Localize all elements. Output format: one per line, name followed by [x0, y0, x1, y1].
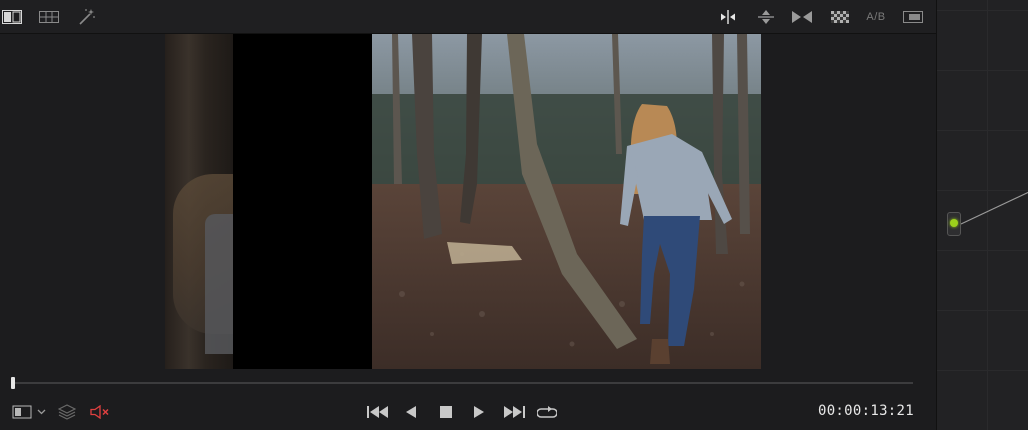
clip-sleeve-detail [205, 214, 233, 354]
single-viewer-icon[interactable] [2, 8, 22, 26]
magic-wand-icon[interactable] [77, 8, 97, 26]
timeline-scrubber[interactable] [0, 369, 936, 397]
viewer-panel: A/B 00:00:13:21 [0, 0, 936, 430]
skip-to-start-icon[interactable] [367, 402, 389, 422]
layers-icon[interactable] [58, 402, 76, 422]
playhead-handle[interactable] [11, 377, 15, 389]
mute-speaker-icon[interactable] [90, 402, 110, 422]
transport-controls: 00:00:13:21 [0, 397, 936, 430]
timecode-display: 00:00:13:21 [817, 403, 914, 419]
wipe-black-area [233, 34, 372, 369]
loop-icon[interactable] [537, 402, 557, 422]
node-editor-panel[interactable] [936, 0, 1028, 430]
vertical-wipe-icon[interactable] [756, 8, 776, 26]
gallery-grid-icon[interactable] [39, 8, 59, 26]
skip-to-end-icon[interactable] [503, 402, 525, 422]
node-connection-line [961, 191, 1028, 225]
viewer-frame-image [372, 34, 761, 369]
mirror-icon[interactable] [792, 8, 812, 26]
viewer-canvas[interactable] [0, 34, 936, 369]
ab-compare-label: A/B [866, 11, 886, 23]
play-icon[interactable] [473, 402, 485, 422]
viewer-toolbar: A/B [0, 0, 936, 34]
step-back-icon[interactable] [405, 402, 417, 422]
picture-in-picture-icon[interactable] [903, 8, 923, 26]
stop-icon[interactable] [439, 402, 453, 422]
checkerboard-icon[interactable] [830, 8, 850, 26]
scrubber-track[interactable] [13, 382, 913, 384]
ab-compare-icon[interactable]: A/B [864, 8, 888, 26]
viewer-mode-dropdown[interactable] [12, 402, 46, 422]
color-node[interactable] [947, 212, 961, 236]
wipe-source-clip [165, 34, 233, 369]
node-output-dot[interactable] [950, 219, 958, 227]
split-wipe-icon[interactable] [718, 8, 738, 26]
